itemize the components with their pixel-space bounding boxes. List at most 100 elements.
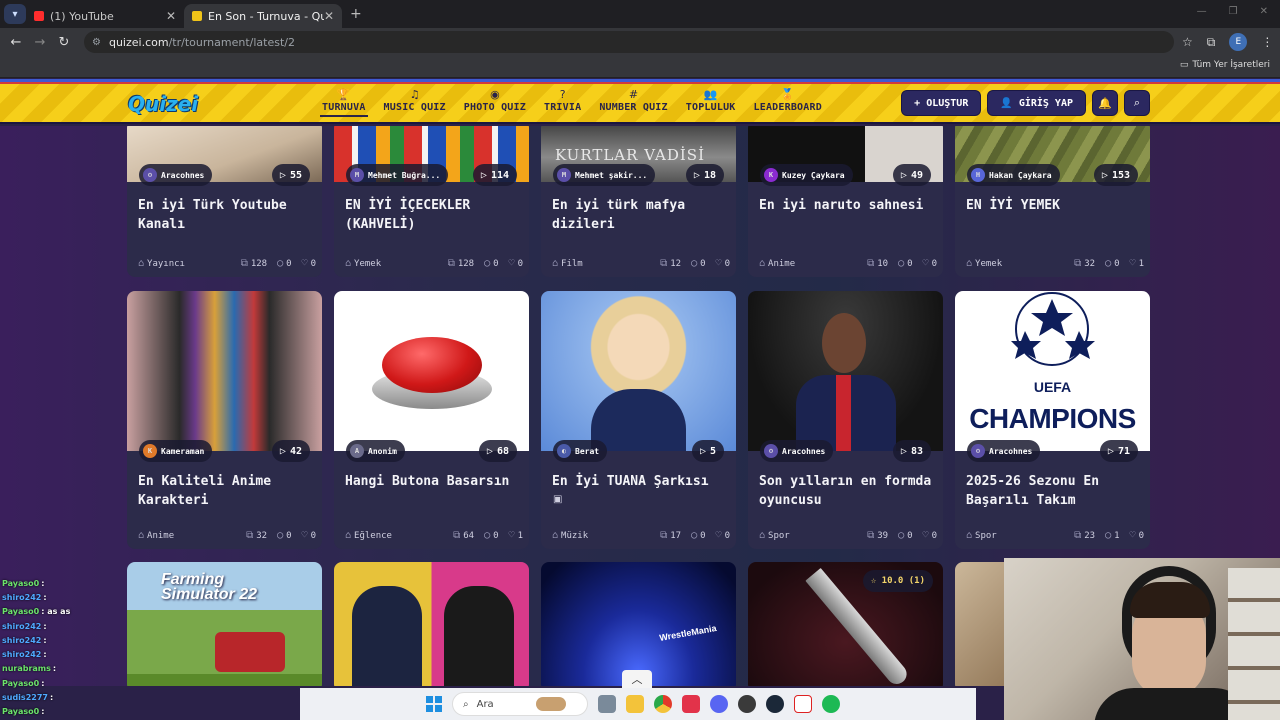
forward-icon[interactable]: → bbox=[28, 35, 52, 50]
steam-icon[interactable] bbox=[766, 695, 784, 713]
card-title[interactable]: En iyi Türk Youtube Kanalı bbox=[138, 196, 318, 234]
scroll-to-top-button[interactable]: ︿ bbox=[622, 670, 652, 688]
quiz-card[interactable]: K Kuzey Çaykara ▷ 49 En iyi naruto sahnesi… bbox=[748, 126, 943, 277]
quiz-card[interactable]: ◐ Berat ▷ 5 En İyi TUANA Şarkısı ▣ ⌂ Müzik … bbox=[541, 291, 736, 549]
quiz-card[interactable]: A Anonim ▷ 68 Hangi Butona Basarsın ⌂ Eğlen… bbox=[334, 291, 529, 549]
discord-icon[interactable] bbox=[710, 695, 728, 713]
bookmark-star-icon[interactable]: ☆ bbox=[1182, 35, 1193, 49]
card-title[interactable]: En iyi türk mafya dizileri bbox=[552, 196, 732, 234]
nav-music-quiz[interactable]: ♫ MUSIC QUIZ bbox=[382, 86, 448, 117]
url-field[interactable]: ⚙ quizei.com /tr/tournament/latest/2 bbox=[84, 31, 1174, 53]
reload-icon[interactable]: ↻ bbox=[52, 35, 76, 50]
play-icon: ▷ bbox=[1107, 445, 1114, 457]
file-explorer-icon[interactable] bbox=[626, 695, 644, 713]
author-chip[interactable]: K Kameraman bbox=[139, 440, 213, 462]
card-thumbnail bbox=[334, 562, 529, 686]
card-title[interactable]: Hangi Butona Basarsın bbox=[345, 472, 525, 491]
all-bookmarks-button[interactable]: ▭ Tüm Yer İşaretleri bbox=[1180, 60, 1270, 70]
card-title[interactable]: En İyi TUANA Şarkısı bbox=[552, 472, 732, 491]
adobe-icon[interactable] bbox=[794, 695, 812, 713]
task-view-icon[interactable] bbox=[598, 695, 616, 713]
card-thumbnail: WrestleMania bbox=[541, 562, 736, 686]
quiz-card[interactable]: H Hakan Çaykara ▷ 153 EN İYİ YEMEK ⌂ Yemek … bbox=[955, 126, 1150, 277]
windows-start-icon[interactable] bbox=[426, 696, 442, 712]
comment-icon: ◯ bbox=[277, 530, 284, 541]
card-title[interactable]: 2025-26 Sezonu En Başarılı Takım bbox=[966, 472, 1146, 510]
quiz-card[interactable]: K Kameraman ▷ 42 En Kaliteli Anime Karakte… bbox=[127, 291, 322, 549]
taskbar-search[interactable]: ⌕ Ara bbox=[452, 692, 588, 716]
category: Yayıncı bbox=[147, 258, 185, 269]
quiz-card[interactable]: Farming Simulator 22 bbox=[127, 562, 322, 686]
header-actions: + OLUŞTUR 👤 GİRİŞ YAP 🔔 ⌕ bbox=[901, 90, 1150, 116]
menu-kebab-icon[interactable]: ⋮ bbox=[1261, 35, 1273, 49]
play-count-value: 153 bbox=[1111, 169, 1130, 181]
minimize-icon[interactable]: — bbox=[1197, 6, 1207, 17]
author-chip[interactable]: ◐ Berat bbox=[553, 440, 608, 462]
chat-username: Payaso0 bbox=[2, 578, 40, 588]
close-window-icon[interactable]: ✕ bbox=[1260, 6, 1268, 17]
taskbar-search-placeholder: Ara bbox=[476, 698, 494, 710]
card-title[interactable]: En iyi naruto sahnesi bbox=[759, 196, 939, 215]
quiz-card[interactable]: ⚙ Aracohnes ▷ 55 En iyi Türk Youtube Kanal… bbox=[127, 126, 322, 277]
card-title[interactable]: EN İYİ YEMEK bbox=[966, 196, 1146, 215]
nav-turnuva[interactable]: 🏆 TURNUVA bbox=[320, 86, 368, 117]
notifications-button[interactable]: 🔔 bbox=[1092, 90, 1118, 116]
extensions-icon[interactable]: ⧉ bbox=[1207, 35, 1216, 50]
nav-trivia[interactable]: ? TRIVIA bbox=[542, 86, 583, 117]
like-count: 0 bbox=[931, 258, 937, 269]
nav-topluluk[interactable]: 👥 TOPLULUK bbox=[684, 86, 738, 117]
tab-search-button[interactable]: ▾ bbox=[4, 4, 26, 24]
close-tab-icon[interactable]: ✕ bbox=[166, 9, 176, 23]
author-name: Hakan Çaykara bbox=[989, 170, 1052, 180]
author-chip[interactable]: M Mehmet şakir... bbox=[553, 164, 656, 186]
card-title[interactable]: EN İYİ İÇECEKLER (KAHVELİ) bbox=[345, 196, 525, 234]
chrome-icon[interactable] bbox=[654, 695, 672, 713]
quiz-card[interactable]: M Mehmet Buğra... ▷ 114 EN İYİ İÇECEKLER (… bbox=[334, 126, 529, 277]
play-count-value: 18 bbox=[703, 169, 716, 181]
nav-label: LEADERBOARD bbox=[753, 102, 822, 113]
quiz-card[interactable]: ⚙ Aracohnes ▷ 83 Son yılların en formda oy… bbox=[748, 291, 943, 549]
author-chip[interactable]: ⚙ Aracohnes bbox=[967, 440, 1041, 462]
spotify-icon[interactable] bbox=[822, 695, 840, 713]
create-button[interactable]: + OLUŞTUR bbox=[901, 90, 982, 116]
champions-text: CHAMPIONS bbox=[969, 403, 1136, 434]
card-thumbnail bbox=[127, 291, 322, 451]
comment-count: 0 bbox=[493, 258, 499, 269]
nav-leaderboard[interactable]: 🏅 LEADERBOARD bbox=[752, 86, 824, 117]
tab-youtube[interactable]: (1) YouTube ✕ bbox=[26, 4, 184, 28]
tab-quizei[interactable]: En Son - Turnuva - Quizei ✕ bbox=[184, 4, 342, 28]
author-name: Berat bbox=[575, 446, 600, 456]
pocket-icon[interactable] bbox=[682, 695, 700, 713]
quiz-card[interactable]: WrestleMania bbox=[541, 562, 736, 686]
nav-number-quiz[interactable]: # NUMBER QUIZ bbox=[597, 86, 669, 117]
maximize-icon[interactable]: ❐ bbox=[1229, 6, 1238, 17]
quiz-card[interactable]: UEFA CHAMPIONS ⚙ Aracohnes ▷ 71 2025-26 Se… bbox=[955, 291, 1150, 549]
close-tab-icon[interactable]: ✕ bbox=[324, 9, 334, 23]
author-chip[interactable]: H Hakan Çaykara bbox=[967, 164, 1060, 186]
quiz-card[interactable]: KURTLAR VADİSİ M Mehmet şakir... ▷ 18 En i… bbox=[541, 126, 736, 277]
item-count: 17 bbox=[670, 530, 682, 541]
card-title[interactable]: Son yılların en formda oyuncusu bbox=[759, 472, 939, 510]
author-chip[interactable]: ⚙ Aracohnes bbox=[760, 440, 834, 462]
site-info-icon[interactable]: ⚙ bbox=[92, 37, 101, 48]
card-title[interactable]: En Kaliteli Anime Karakteri bbox=[138, 472, 318, 510]
author-chip[interactable]: K Kuzey Çaykara bbox=[760, 164, 853, 186]
quiz-card[interactable]: ☆ 10.0 (1) bbox=[748, 562, 943, 686]
author-chip[interactable]: A Anonim bbox=[346, 440, 405, 462]
new-tab-button[interactable]: + bbox=[350, 6, 362, 22]
quiz-card[interactable] bbox=[334, 562, 529, 686]
back-icon[interactable]: ← bbox=[4, 35, 28, 50]
site-logo[interactable]: Quizei bbox=[128, 92, 198, 116]
author-chip[interactable]: ⚙ Aracohnes bbox=[139, 164, 213, 186]
login-button[interactable]: 👤 GİRİŞ YAP bbox=[987, 90, 1086, 116]
player-right-image bbox=[444, 586, 514, 686]
nav-photo-quiz[interactable]: ◉ PHOTO QUIZ bbox=[462, 86, 528, 117]
music-icon: ♫ bbox=[409, 88, 420, 101]
search-button[interactable]: ⌕ bbox=[1124, 90, 1150, 116]
author-chip[interactable]: M Mehmet Buğra... bbox=[346, 164, 449, 186]
profile-avatar[interactable]: E bbox=[1229, 33, 1248, 51]
play-count: ▷ 68 bbox=[478, 440, 517, 462]
card-meta: ⌂ Eğlence ⧉ 64 ◯ 0 ♡ 1 bbox=[345, 530, 523, 541]
play-count-value: 71 bbox=[1117, 445, 1130, 457]
app-icon[interactable] bbox=[738, 695, 756, 713]
